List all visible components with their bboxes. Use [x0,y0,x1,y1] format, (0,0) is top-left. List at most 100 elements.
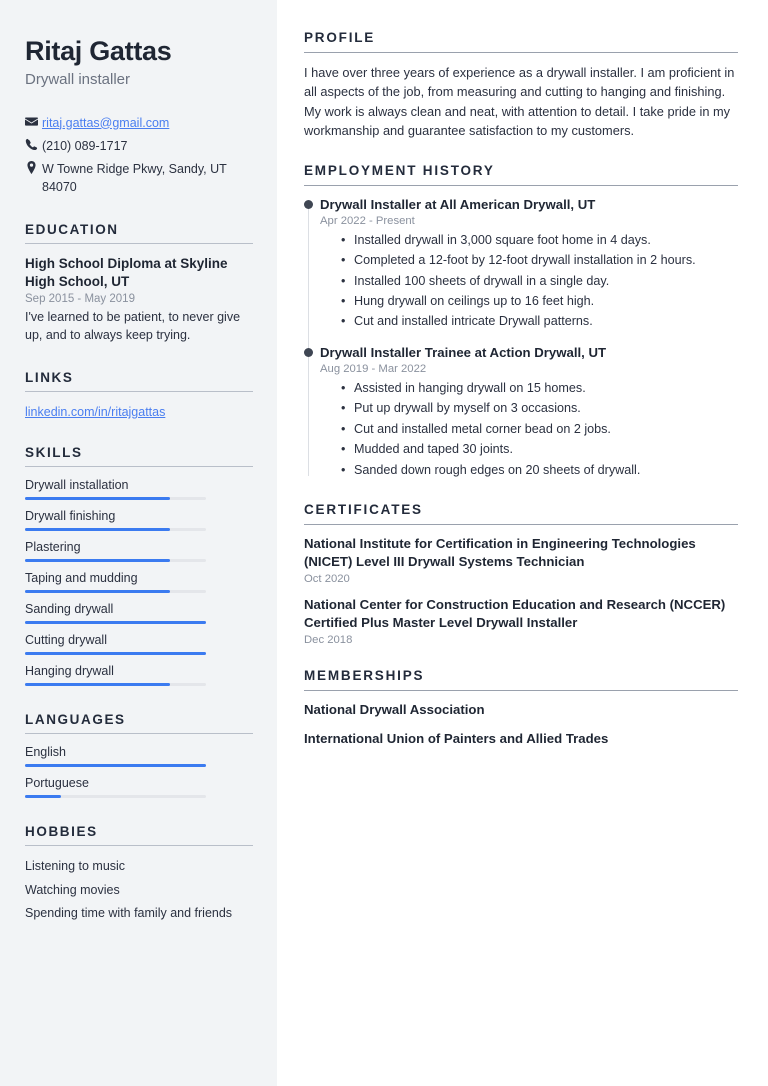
education-description: I've learned to be patient, to never giv… [25,310,241,343]
section-profile: PROFILE I have over three years of exper… [304,30,738,141]
education-date: Sep 2015 - May 2019 [25,293,135,306]
hobbies-body: Listening to music Watching movies Spend… [25,846,253,921]
hobby-item: Watching movies [25,882,120,897]
skill-level-bar [25,590,206,594]
certificate-date: Dec 2018 [304,633,353,646]
certificate-entry: National Institute for Certification in … [304,535,738,585]
memberships-body: National Drywall Association Internation… [304,691,738,748]
job-bullet: Assisted in hanging drywall on 15 homes. [341,378,738,399]
language-level-fill [25,795,62,799]
section-hobbies: HOBBIES Listening to music Watching movi… [25,824,253,921]
main-content: PROFILE I have over three years of exper… [277,0,768,1086]
job-bullet: Mudded and taped 30 joints. [341,439,738,460]
skill-item: Plastering [25,540,253,563]
profile-text: I have over three years of experience as… [304,65,735,139]
membership-item: International Union of Painters and Alli… [304,730,609,746]
section-employment-history: EMPLOYMENT HISTORY Drywall Installer at … [304,163,738,480]
resume-page: Ritaj Gattas Drywall installer ritaj.gat… [0,0,768,1086]
education-title: High School Diploma at Skyline High Scho… [25,256,228,290]
certificate-title: National Institute for Certification in … [304,535,696,569]
linkedin-link[interactable]: linkedin.com/in/ritajgattas [25,405,165,419]
skill-level-fill [25,590,170,594]
job-bullet: Cut and installed metal corner bead on 2… [341,419,738,440]
language-level-fill [25,764,206,768]
skill-level-fill [25,559,170,563]
job-bullet-list: Installed drywall in 3,000 square foot h… [320,230,738,332]
candidate-job-title: Drywall installer [25,71,131,89]
hobbies-heading: HOBBIES [25,824,98,840]
contact-item-address: W Towne Ridge Pkwy, Sandy, UT 84070 [25,160,253,196]
job-bullet: Cut and installed intricate Drywall patt… [341,311,738,332]
skill-label: Sanding drywall [25,602,114,617]
section-links: LINKS linkedin.com/in/ritajgattas [25,370,253,419]
job-bullet: Put up drywall by myself on 3 occasions. [341,398,738,419]
envelope-icon [25,114,42,128]
skill-level-bar [25,497,206,501]
employment-timeline: Drywall Installer at All American Drywal… [304,196,738,480]
skill-item: Drywall finishing [25,509,253,532]
contact-item-phone: (210) 089-1717 [25,137,253,155]
job-bullet: Installed 100 sheets of drywall in a sin… [341,271,738,292]
employment-body: Drywall Installer at All American Drywal… [304,186,738,480]
contact-phone-value: (210) 089-1717 [42,138,128,153]
sidebar: Ritaj Gattas Drywall installer ritaj.gat… [0,0,277,1086]
skill-label: Taping and mudding [25,571,138,586]
section-memberships: MEMBERSHIPS National Drywall Association… [304,668,738,748]
skill-item: Sanding drywall [25,602,253,625]
skill-item: Hanging drywall [25,664,253,687]
skill-level-bar [25,652,206,656]
job-title: Drywall Installer Trainee at Action Dryw… [320,344,607,360]
membership-item: National Drywall Association [304,701,485,717]
location-pin-icon [25,160,42,174]
skill-label: Cutting drywall [25,633,107,648]
job-bullet-list: Assisted in hanging drywall on 15 homes.… [320,378,738,480]
skill-item: Cutting drywall [25,633,253,656]
skill-level-fill [25,683,170,687]
contact-list: ritaj.gattas@gmail.com (210) 089-1717 W [25,114,253,197]
profile-heading: PROFILE [304,30,376,45]
languages-heading: LANGUAGES [25,712,126,728]
email-link[interactable]: ritaj.gattas@gmail.com [42,116,169,130]
languages-body: English Portuguese [25,734,253,799]
job-bullet: Installed drywall in 3,000 square foot h… [341,230,738,251]
timeline-dot-icon [304,199,313,209]
job-title: Drywall Installer at All American Drywal… [320,196,596,212]
links-body: linkedin.com/in/ritajgattas [25,392,253,419]
language-label: English [25,745,66,760]
skill-level-bar [25,621,206,625]
language-level-bar [25,795,206,799]
skill-label: Drywall finishing [25,509,116,524]
timeline-dot-icon [304,347,313,357]
skills-body: Drywall installation Drywall finishing P… [25,467,253,687]
certificates-body: National Institute for Certification in … [304,525,738,646]
job-bullet: Completed a 12-foot by 12-foot drywall i… [341,250,738,271]
skill-level-fill [25,621,206,625]
phone-icon [25,137,42,151]
skill-label: Hanging drywall [25,664,114,679]
employment-heading: EMPLOYMENT HISTORY [304,162,495,178]
memberships-heading: MEMBERSHIPS [304,667,425,683]
language-item: English [25,745,253,768]
skill-label: Plastering [25,540,81,555]
contact-address-value: W Towne Ridge Pkwy, Sandy, UT 84070 [42,161,227,194]
job-entry: Drywall Installer at All American Drywal… [304,196,738,332]
education-entry: High School Diploma at Skyline High Scho… [25,255,253,344]
links-heading: LINKS [25,370,74,386]
skill-level-fill [25,652,206,656]
language-item: Portuguese [25,776,253,799]
contact-item-email: ritaj.gattas@gmail.com [25,114,253,132]
skill-level-fill [25,497,170,501]
contact-email-value[interactable]: ritaj.gattas@gmail.com [42,114,253,132]
language-label: Portuguese [25,776,89,791]
job-date: Aug 2019 - Mar 2022 [320,363,427,376]
certificate-entry: National Center for Construction Educati… [304,596,738,646]
section-education: EDUCATION High School Diploma at Skyline… [25,222,253,344]
certificate-title: National Center for Construction Educati… [304,596,726,630]
skill-level-bar [25,683,206,687]
profile-body: I have over three years of experience as… [304,53,738,141]
section-certificates: CERTIFICATES National Institute for Cert… [304,502,738,646]
certificate-date: Oct 2020 [304,572,350,585]
skills-heading: SKILLS [25,445,83,461]
job-entry: Drywall Installer Trainee at Action Dryw… [304,344,738,480]
skill-item: Taping and mudding [25,571,253,594]
